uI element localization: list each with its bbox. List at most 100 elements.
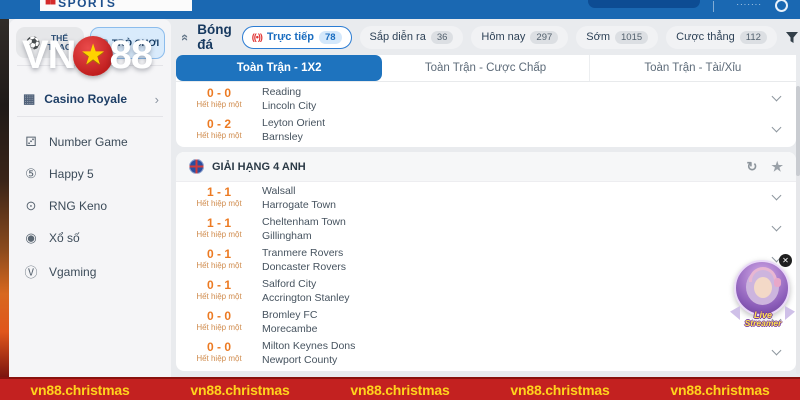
filter-cuoc-thang[interactable]: Cược thẳng 112 xyxy=(666,26,777,49)
live-streamer-line2: Streamer xyxy=(733,319,793,328)
match-row[interactable]: 1 - 1 Hết hiệp một Walsall Harrogate Tow… xyxy=(176,182,796,213)
sidebar-item-rng-keno[interactable]: ⊙ RNG Keno xyxy=(9,190,171,222)
live-streamer-widget[interactable]: ✕ ✦ Live Streamer xyxy=(733,254,793,332)
match-status: Hết hiệp một xyxy=(184,230,254,240)
close-icon[interactable]: ✕ xyxy=(779,254,792,267)
team-names: Cheltenham Town Gillingham xyxy=(262,215,346,243)
footer-domain: vn88.christmas xyxy=(350,382,449,398)
filter-truc-tiep[interactable]: ((•)) Trực tiếp 78 xyxy=(242,26,352,49)
home-team: Tranmere Rovers xyxy=(262,246,346,260)
footer-domain: vn88.christmas xyxy=(510,382,609,398)
refresh-icon[interactable]: ↻ xyxy=(746,159,757,175)
sports-logo-text: SPORTS xyxy=(58,0,116,10)
match-status: Hết hiệp một xyxy=(184,261,254,271)
match-row[interactable]: 0 - 1 Hết hiệp một Tranmere Rovers Donca… xyxy=(176,244,796,275)
filter-count-badge: 1015 xyxy=(615,31,648,44)
filter-sap-dien-ra[interactable]: Sắp diễn ra 36 xyxy=(360,26,464,49)
match-row[interactable]: 0 - 0 Hết hiệp một Bromley FC Morecambe xyxy=(176,306,796,337)
filter-count-badge: 112 xyxy=(740,31,767,44)
casino-icon: ▦ xyxy=(23,91,35,107)
chevron-down-icon[interactable] xyxy=(772,123,782,133)
favorite-star-icon[interactable]: ★ xyxy=(771,159,783,175)
chevron-down-icon[interactable] xyxy=(772,222,782,232)
away-team: Barnsley xyxy=(262,130,325,144)
chevron-right-icon: › xyxy=(155,92,159,107)
away-team: Lincoln City xyxy=(262,99,316,113)
number-game-icon: ⚂ xyxy=(23,134,39,150)
footer-domain: vn88.christmas xyxy=(190,382,289,398)
score-column: 0 - 0 Hết hiệp một xyxy=(184,310,254,333)
header-profile-icon[interactable] xyxy=(775,0,788,12)
home-team: Leyton Orient xyxy=(262,116,325,130)
live-streamer-label: Live Streamer xyxy=(733,311,793,328)
away-team: Doncaster Rovers xyxy=(262,260,346,274)
vn88-logo: VN ★ 88 xyxy=(22,33,152,78)
live-broadcast-icon: ((•)) xyxy=(252,32,262,42)
scrollbar-thumb[interactable] xyxy=(796,86,800,176)
sidebar-item-vgaming[interactable]: Ⓥ Vgaming xyxy=(9,254,171,289)
menu-label: RNG Keno xyxy=(49,199,107,213)
sport-title: Bóng đá xyxy=(197,22,232,52)
team-names: Bromley FC Morecambe xyxy=(262,308,317,336)
score-column: 0 - 2 Hết hiệp một xyxy=(184,118,254,141)
away-team: Morecambe xyxy=(262,322,317,336)
home-team: Milton Keynes Dons xyxy=(262,339,355,353)
live-score: 0 - 0 xyxy=(184,341,254,354)
header-divider xyxy=(713,1,714,12)
live-score: 0 - 0 xyxy=(184,87,254,100)
chevron-down-icon[interactable] xyxy=(772,92,782,102)
scrollbar[interactable] xyxy=(796,86,800,374)
home-team: Walsall xyxy=(262,184,336,198)
filter-funnel-icon[interactable] xyxy=(785,31,799,44)
filter-hom-nay[interactable]: Hôm nay 297 xyxy=(471,26,568,49)
sidebar-item-casino-royale[interactable]: ▦ Casino Royale › xyxy=(9,82,171,116)
match-row[interactable]: 1 - 1 Hết hiệp một Cheltenham Town Gilli… xyxy=(176,213,796,244)
menu-label: Happy 5 xyxy=(49,167,94,181)
score-column: 0 - 0 Hết hiệp một xyxy=(184,87,254,110)
team-names: Leyton Orient Barnsley xyxy=(262,116,325,144)
streamer-avatar[interactable] xyxy=(734,260,790,316)
sport-toolbar: « Bóng đá ((•)) Trực tiếp 78 Sắp diễn ra… xyxy=(176,19,796,55)
team-names: Tranmere Rovers Doncaster Rovers xyxy=(262,246,346,274)
match-row[interactable]: 0 - 1 Hết hiệp một Salford City Accringt… xyxy=(176,275,796,306)
sidebar-item-happy-5[interactable]: ⑤ Happy 5 xyxy=(9,158,171,190)
main-content: « Bóng đá ((•)) Trực tiếp 78 Sắp diễn ra… xyxy=(176,19,796,377)
sparkle-icon: ✦ xyxy=(735,258,742,267)
sports-logo[interactable]: ■■ SPORTS xyxy=(40,0,192,11)
filter-count-badge: 297 xyxy=(530,31,558,44)
header-menu-dots-icon[interactable]: ······· xyxy=(736,0,762,9)
live-score: 0 - 0 xyxy=(184,310,254,323)
chevron-down-icon[interactable] xyxy=(772,346,782,356)
home-team: Reading xyxy=(262,85,316,99)
headset-icon xyxy=(749,267,777,282)
footer-promo-bar: vn88.christmas vn88.christmas vn88.chris… xyxy=(0,377,800,400)
live-score: 0 - 2 xyxy=(184,118,254,131)
tab-toan-tran-cuoc-chap[interactable]: Toàn Trận - Cược Chấp xyxy=(382,55,589,81)
match-row[interactable]: 0 - 0 Hết hiệp một Reading Lincoln City xyxy=(176,83,796,114)
sports-logo-icon: ■■ xyxy=(45,0,55,8)
away-team: Accrington Stanley xyxy=(262,291,350,305)
vgaming-icon: Ⓥ xyxy=(23,262,39,281)
team-names: Salford City Accrington Stanley xyxy=(262,277,350,305)
tab-toan-tran-1x2[interactable]: Toàn Trận - 1X2 xyxy=(176,55,382,81)
filter-label: Hôm nay xyxy=(481,31,525,43)
tab-toan-tran-tai-xiu[interactable]: Toàn Trận - Tài/Xỉu xyxy=(590,55,796,81)
match-row[interactable]: 0 - 2 Hết hiệp một Leyton Orient Barnsle… xyxy=(176,114,796,145)
league-name: GIẢI HẠNG 4 ANH xyxy=(212,161,306,173)
menu-label: Number Game xyxy=(49,135,128,149)
away-team: Gillingham xyxy=(262,229,346,243)
away-team: Newport County xyxy=(262,353,355,367)
menu-label: Vgaming xyxy=(49,265,96,279)
header-search-pill[interactable] xyxy=(588,0,700,8)
sidebar-item-number-game[interactable]: ⚂ Number Game xyxy=(9,126,171,158)
collapse-icon[interactable]: « xyxy=(178,33,193,40)
league-header[interactable]: GIẢI HẠNG 4 ANH ↻ ★ xyxy=(176,152,796,182)
filter-label: Sắp diễn ra xyxy=(370,31,426,43)
sidebar-item-xo-so[interactable]: ◉ Xổ số xyxy=(9,222,171,254)
top-navigation-bar: ■■ SPORTS ······· xyxy=(0,0,800,19)
chevron-down-icon[interactable] xyxy=(772,191,782,201)
filter-som[interactable]: Sớm 1015 xyxy=(576,26,658,49)
home-team: Bromley FC xyxy=(262,308,317,322)
match-row[interactable]: 0 - 0 Hết hiệp một Milton Keynes Dons Ne… xyxy=(176,337,796,368)
score-column: 0 - 1 Hết hiệp một xyxy=(184,248,254,271)
